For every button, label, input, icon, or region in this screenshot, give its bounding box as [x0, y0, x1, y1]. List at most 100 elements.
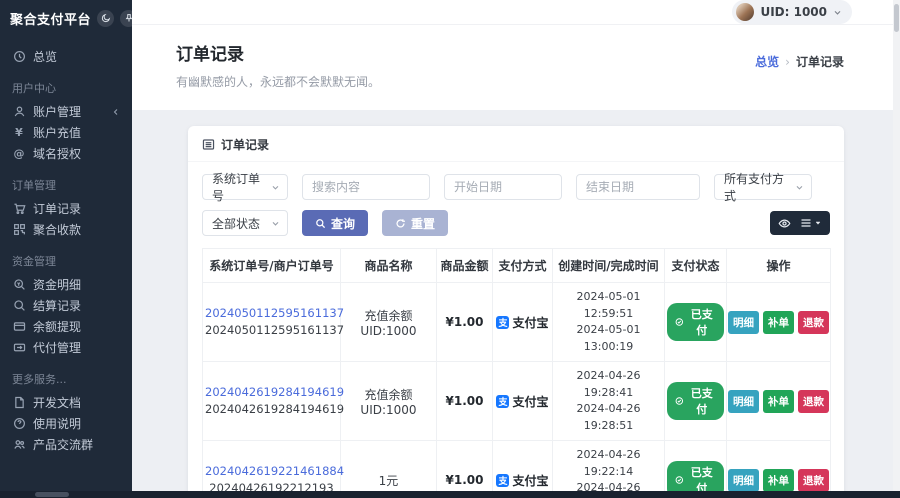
sidebar-item-settlement-records[interactable]: 结算记录	[12, 295, 120, 316]
resend-button[interactable]: 补单	[763, 310, 794, 334]
orders-table: 系统订单号/商户订单号 商品名称 商品金额 支付方式 创建时间/完成时间 支付状…	[202, 248, 831, 498]
horizontal-scrollbar[interactable]	[0, 491, 900, 498]
page-header: 订单记录 有幽默感的人，永远都不会默默无闻。 总览 › 订单记录	[132, 25, 900, 110]
qr-grid-icon	[13, 224, 25, 235]
reset-button-label: 重置	[411, 216, 436, 231]
col-header-actions: 操作	[726, 248, 831, 283]
refund-button[interactable]: 退款	[798, 310, 829, 334]
status-badge: 已支付	[667, 382, 724, 420]
order-type-select[interactable]: 系统订单号	[202, 172, 288, 203]
pay-method-select[interactable]: 所有支付方式	[714, 172, 812, 203]
product-name: 充值余额 UID:1000	[340, 282, 437, 362]
created-time: 2024-04-26 19:22:14	[576, 448, 641, 478]
sidebar-nav: 总览 用户中心 账户管理 ¥ 账户充值 @ 域名授权 订单管理 订单记录 聚合收…	[0, 36, 132, 465]
sidebar-item-label: 资金明细	[33, 278, 82, 292]
chevron-down-icon	[272, 221, 279, 226]
horizontal-scrollbar-thumb[interactable]	[35, 492, 69, 497]
sidebar-item-label: 账户管理	[33, 105, 82, 119]
created-time: 2024-05-01 12:59:51	[576, 290, 641, 320]
system-order-link[interactable]: 2024042619221461884	[205, 463, 344, 480]
uid-label: UID: 1000	[760, 5, 827, 19]
topbar: UID: 1000	[132, 0, 900, 25]
product-amount: ¥1.00	[436, 282, 493, 362]
cart-icon	[13, 203, 26, 214]
resend-button[interactable]: 补单	[763, 389, 794, 413]
sidebar-item-label: 结算记录	[33, 299, 82, 313]
breadcrumb-home[interactable]: 总览	[755, 53, 779, 70]
alipay-icon: 支	[496, 394, 510, 408]
sidebar-item-usage-guide[interactable]: 使用说明	[12, 413, 120, 434]
toggle-visibility-button[interactable]	[778, 217, 791, 230]
created-time: 2024-04-26 19:28:41	[576, 369, 641, 399]
order-type-selected: 系统订单号	[212, 172, 261, 203]
coin-search-icon	[13, 279, 25, 290]
sidebar-section-more-services: 更多服务...	[12, 373, 67, 386]
end-date-input[interactable]	[576, 174, 700, 200]
refresh-icon	[396, 218, 405, 228]
sidebar-item-label: 开发文档	[33, 396, 82, 410]
query-button-label: 查询	[331, 216, 356, 231]
sidebar-item-label: 总览	[33, 50, 58, 64]
alipay-icon: 支	[496, 315, 510, 329]
sidebar-item-dev-docs[interactable]: 开发文档	[12, 392, 120, 413]
detail-button[interactable]: 明细	[728, 310, 759, 334]
search-input[interactable]	[302, 174, 430, 200]
vertical-scrollbar-thumb[interactable]	[894, 4, 899, 32]
dark-mode-toggle[interactable]	[97, 9, 115, 27]
bank-card-icon	[13, 322, 25, 331]
sidebar-item-account-recharge[interactable]: ¥ 账户充值	[12, 122, 120, 143]
detail-button[interactable]: 明细	[728, 468, 759, 492]
status-select[interactable]: 全部状态	[202, 210, 288, 236]
sidebar-item-label: 代付管理	[33, 341, 82, 355]
table-row: 2024042619221461884 20240426192212193 1元 …	[202, 440, 831, 498]
system-order-link[interactable]: 2024042619284194619	[205, 384, 344, 401]
sidebar-item-fund-details[interactable]: 资金明细	[12, 274, 120, 295]
sidebar-item-label: 余额提现	[33, 320, 82, 334]
refund-button[interactable]: 退款	[798, 389, 829, 413]
merchant-order-no: 2024050112595161137	[205, 323, 345, 337]
table-toolbar	[770, 211, 830, 235]
status-badge: 已支付	[667, 303, 724, 341]
columns-dropdown-button[interactable]	[800, 217, 822, 229]
detail-button[interactable]: 明细	[728, 389, 759, 413]
sidebar-item-aggregate-collect[interactable]: 聚合收款	[12, 219, 120, 240]
chevron-down-icon	[272, 185, 279, 190]
order-records-card: 订单记录 系统订单号 所有支	[188, 126, 844, 498]
sidebar-item-balance-withdraw[interactable]: 余额提现	[12, 316, 120, 337]
sidebar-brand-row: 聚合支付平台	[0, 0, 138, 36]
pay-method-label: 支付宝	[512, 394, 549, 409]
table-row: 2024050112595161137 2024050112595161137 充…	[202, 282, 831, 362]
query-button[interactable]: 查询	[302, 210, 369, 236]
reset-button[interactable]: 重置	[382, 210, 449, 236]
sidebar-item-label: 域名授权	[33, 147, 82, 161]
sidebar-item-product-group[interactable]: 产品交流群	[12, 434, 120, 455]
sidebar-item-account-manage[interactable]: 账户管理	[12, 101, 120, 122]
col-header-times: 创建时间/完成时间	[552, 248, 665, 283]
sidebar-item-overview[interactable]: 总览	[12, 46, 120, 67]
check-circle-icon	[675, 476, 684, 484]
sidebar-item-order-records[interactable]: 订单记录	[12, 198, 120, 219]
col-header-pay-method: 支付方式	[492, 248, 553, 283]
chevron-down-icon	[834, 10, 841, 15]
resend-button[interactable]: 补单	[763, 468, 794, 492]
pay-method-label: 支付宝	[512, 315, 549, 330]
pay-method-label: 支付宝	[512, 473, 549, 488]
refund-button[interactable]: 退款	[798, 468, 829, 492]
system-order-link[interactable]: 2024050112595161137	[205, 305, 344, 322]
breadcrumb-current: 订单记录	[795, 55, 844, 69]
table-header-row: 系统订单号/商户订单号 商品名称 商品金额 支付方式 创建时间/完成时间 支付状…	[202, 248, 831, 283]
sidebar-item-domain-auth[interactable]: @ 域名授权	[12, 143, 120, 164]
caret-down-icon	[815, 221, 821, 225]
chevron-down-icon	[796, 185, 803, 190]
sidebar-item-label: 订单记录	[33, 202, 82, 216]
start-date-input[interactable]	[444, 174, 562, 200]
user-menu[interactable]: UID: 1000	[732, 0, 852, 24]
sidebar-section-fund-manage: 资金管理	[12, 255, 56, 268]
list-icon	[202, 139, 215, 150]
yen-icon: ¥	[15, 126, 23, 139]
vertical-scrollbar[interactable]	[893, 0, 900, 491]
sidebar-item-payout-manage[interactable]: 代付管理	[12, 337, 120, 358]
sidebar-item-label: 使用说明	[33, 417, 82, 431]
search-icon	[13, 300, 25, 311]
page-subtitle: 有幽默感的人，永远都不会默默无闻。	[176, 75, 381, 89]
